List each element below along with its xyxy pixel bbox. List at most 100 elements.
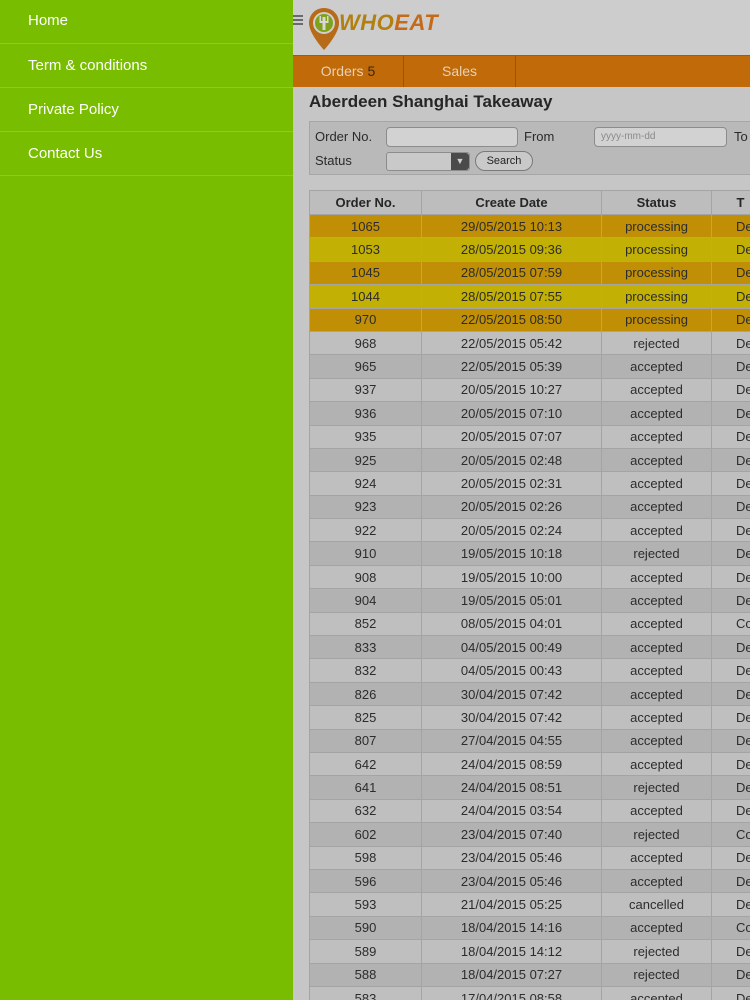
cell-status: accepted bbox=[601, 681, 712, 707]
cell-create-date: 18/04/2015 14:12 bbox=[421, 939, 602, 964]
orders-count-badge: 5 bbox=[367, 63, 376, 79]
drawer-item-terms[interactable]: Term & conditions bbox=[0, 44, 293, 88]
cell-create-date: 18/04/2015 07:27 bbox=[421, 962, 602, 987]
table-row[interactable]: 93720/05/2015 10:27acceptedDe bbox=[309, 377, 750, 403]
table-row[interactable]: 58818/04/2015 07:27rejectedDe bbox=[309, 962, 750, 987]
cell-status: accepted bbox=[601, 424, 712, 449]
table-row[interactable]: 92220/05/2015 02:24acceptedDe bbox=[309, 518, 750, 543]
cell-status: accepted bbox=[601, 845, 712, 870]
cell-status: accepted bbox=[601, 728, 712, 753]
logo-wordmark: WHOEAT bbox=[339, 10, 439, 35]
table-row[interactable]: 59623/04/2015 05:46acceptedDe bbox=[309, 868, 750, 894]
table-row[interactable]: 59018/04/2015 14:16acceptedCol bbox=[309, 915, 750, 941]
cell-create-date: 22/05/2015 08:50 bbox=[421, 307, 602, 332]
cell-type: De bbox=[711, 705, 750, 730]
table-row[interactable]: 96822/05/2015 05:42rejectedDe bbox=[309, 330, 750, 356]
table-row[interactable]: 58918/04/2015 14:12rejectedDe bbox=[309, 939, 750, 964]
cell-status: processing bbox=[601, 260, 712, 286]
cell-create-date: 19/05/2015 05:01 bbox=[421, 588, 602, 613]
order-no-label: Order No. bbox=[315, 129, 373, 144]
cell-create-date: 19/05/2015 10:00 bbox=[421, 564, 602, 590]
table-row[interactable]: 92520/05/2015 02:48acceptedDe bbox=[309, 447, 750, 473]
header-type[interactable]: T bbox=[711, 190, 750, 215]
cell-type: De bbox=[711, 284, 750, 309]
from-date-input[interactable]: yyyy-mm-dd bbox=[594, 127, 727, 147]
table-row[interactable]: 59823/04/2015 05:46acceptedDe bbox=[309, 845, 750, 870]
table-row[interactable]: 90419/05/2015 05:01acceptedDe bbox=[309, 588, 750, 613]
drawer-item-contact-us[interactable]: Contact Us bbox=[0, 132, 293, 176]
hamburger-menu-icon[interactable] bbox=[293, 15, 303, 27]
table-row[interactable]: 92320/05/2015 02:26acceptedDe bbox=[309, 494, 750, 520]
cell-order-no: 588 bbox=[309, 962, 422, 987]
cell-type: De bbox=[711, 588, 750, 613]
header-status[interactable]: Status bbox=[601, 190, 712, 215]
cell-create-date: 24/04/2015 03:54 bbox=[421, 798, 602, 824]
table-row[interactable]: 104528/05/2015 07:59processingDe bbox=[309, 260, 750, 286]
table-row[interactable]: 96522/05/2015 05:39acceptedDe bbox=[309, 354, 750, 379]
cell-status: accepted bbox=[601, 588, 712, 613]
cell-order-no: 923 bbox=[309, 494, 422, 520]
cell-status: rejected bbox=[601, 330, 712, 356]
page-title: Aberdeen Shanghai Takeaway bbox=[309, 92, 553, 111]
cell-type: De bbox=[711, 798, 750, 824]
table-row[interactable]: 83204/05/2015 00:43acceptedDe bbox=[309, 658, 750, 683]
cell-type: De bbox=[711, 962, 750, 987]
table-row[interactable]: 83304/05/2015 00:49acceptedDe bbox=[309, 635, 750, 660]
header-create-date[interactable]: Create Date bbox=[421, 190, 602, 215]
cell-status: processing bbox=[601, 307, 712, 332]
table-row[interactable]: 91019/05/2015 10:18rejectedDe bbox=[309, 541, 750, 566]
cell-create-date: 30/04/2015 07:42 bbox=[421, 681, 602, 707]
table-row[interactable]: 105328/05/2015 09:36processingDe bbox=[309, 237, 750, 262]
table-row[interactable]: 104428/05/2015 07:55processingDe bbox=[309, 284, 750, 309]
cell-order-no: 936 bbox=[309, 401, 422, 426]
table-row[interactable]: 58317/04/2015 08:58acceptedDe bbox=[309, 985, 750, 1000]
tab-orders[interactable]: Orders 5 bbox=[293, 56, 404, 87]
tab-sales[interactable]: Sales bbox=[404, 56, 516, 87]
cell-type: De bbox=[711, 775, 750, 800]
table-row[interactable]: 59321/04/2015 05:25cancelledDe bbox=[309, 892, 750, 917]
cell-status: processing bbox=[601, 213, 712, 239]
cell-order-no: 1044 bbox=[309, 284, 422, 309]
table-row[interactable]: 63224/04/2015 03:54acceptedDe bbox=[309, 798, 750, 824]
order-no-input[interactable] bbox=[386, 127, 518, 147]
cell-create-date: 22/05/2015 05:42 bbox=[421, 330, 602, 356]
tab-bar: Orders 5 Sales bbox=[293, 55, 750, 87]
cell-order-no: 922 bbox=[309, 518, 422, 543]
cell-type: De bbox=[711, 377, 750, 403]
cell-status: accepted bbox=[601, 868, 712, 894]
drawer-item-privacy-policy[interactable]: Private Policy bbox=[0, 88, 293, 132]
cell-order-no: 590 bbox=[309, 915, 422, 941]
table-row[interactable]: 106529/05/2015 10:13processingDe bbox=[309, 213, 750, 239]
cell-status: accepted bbox=[601, 447, 712, 473]
table-row[interactable]: 64224/04/2015 08:59acceptedDe bbox=[309, 751, 750, 777]
cell-order-no: 583 bbox=[309, 985, 422, 1000]
table-row[interactable]: 93520/05/2015 07:07acceptedDe bbox=[309, 424, 750, 449]
table-row[interactable]: 60223/04/2015 07:40rejectedCol bbox=[309, 822, 750, 847]
from-label: From bbox=[524, 129, 555, 144]
search-button[interactable]: Search bbox=[475, 151, 533, 171]
cell-type: De bbox=[711, 868, 750, 894]
table-row[interactable]: 82630/04/2015 07:42acceptedDe bbox=[309, 681, 750, 707]
table-row[interactable]: 82530/04/2015 07:42acceptedDe bbox=[309, 705, 750, 730]
header-order-no[interactable]: Order No. bbox=[309, 190, 422, 215]
cell-create-date: 24/04/2015 08:51 bbox=[421, 775, 602, 800]
drawer-item-home[interactable]: Home bbox=[0, 0, 293, 44]
cell-order-no: 935 bbox=[309, 424, 422, 449]
cell-order-no: 598 bbox=[309, 845, 422, 870]
table-row[interactable]: 93620/05/2015 07:10acceptedDe bbox=[309, 401, 750, 426]
cell-order-no: 1065 bbox=[309, 213, 422, 239]
table-row[interactable]: 92420/05/2015 02:31acceptedDe bbox=[309, 471, 750, 496]
cell-type: De bbox=[711, 447, 750, 473]
cell-order-no: 589 bbox=[309, 939, 422, 964]
status-select[interactable]: ▼ bbox=[386, 152, 470, 171]
table-row[interactable]: 97022/05/2015 08:50processingDe bbox=[309, 307, 750, 332]
cell-status: accepted bbox=[601, 518, 712, 543]
cell-order-no: 833 bbox=[309, 635, 422, 660]
table-row[interactable]: 90819/05/2015 10:00acceptedDe bbox=[309, 564, 750, 590]
table-row[interactable]: 64124/04/2015 08:51rejectedDe bbox=[309, 775, 750, 800]
cell-order-no: 632 bbox=[309, 798, 422, 824]
table-row[interactable]: 85208/05/2015 04:01acceptedCol bbox=[309, 611, 750, 637]
table-row[interactable]: 80727/04/2015 04:55acceptedDe bbox=[309, 728, 750, 753]
cell-order-no: 925 bbox=[309, 447, 422, 473]
cell-create-date: 28/05/2015 09:36 bbox=[421, 237, 602, 262]
